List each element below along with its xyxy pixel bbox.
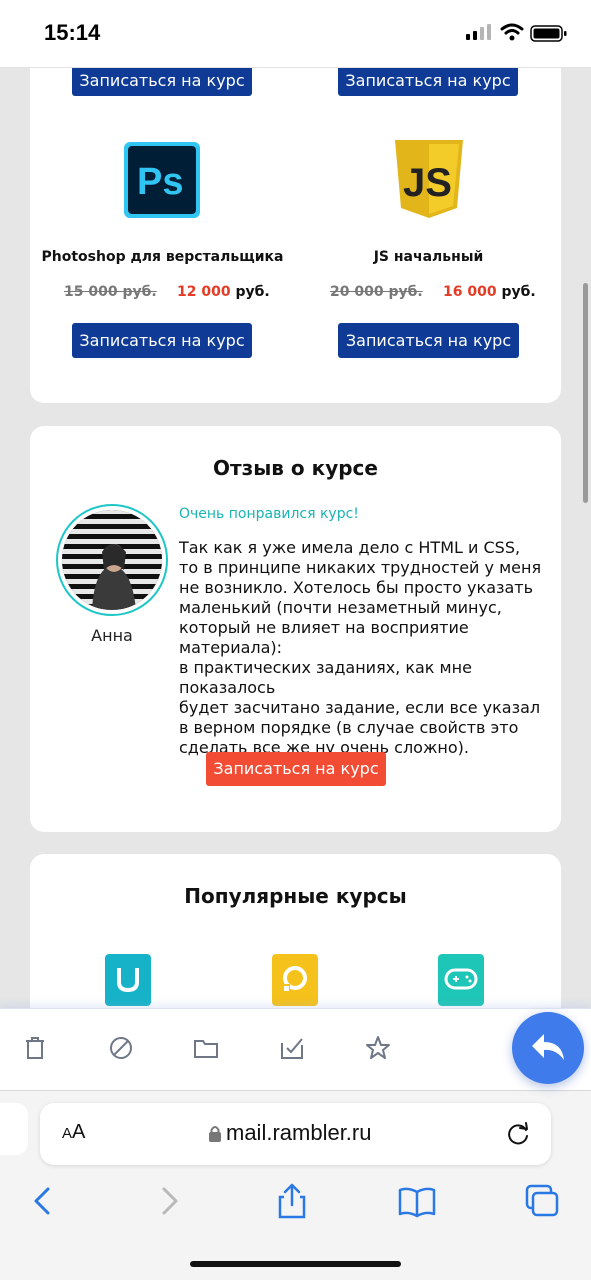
old-price-1: 15 000 руб. [64, 284, 157, 300]
url-text: mail.rambler.ru [226, 1120, 372, 1145]
popular-title: Популярные курсы [184, 884, 407, 908]
enroll-button-photoshop[interactable]: Записаться на курс [72, 323, 252, 358]
avatar [56, 504, 168, 616]
reply-button[interactable] [512, 1012, 584, 1084]
reload-icon[interactable] [506, 1121, 532, 1147]
review-line: в практических заданиях, как мне показал… [179, 658, 472, 697]
enroll-button-js[interactable]: Записаться на курс [338, 323, 519, 358]
ux-badge-icon[interactable] [105, 954, 151, 1006]
review-line: который не влияет на восприятие материал… [179, 618, 469, 657]
share-icon[interactable] [272, 1183, 312, 1219]
currency-2: руб. [501, 284, 536, 300]
status-time: 15:14 [44, 20, 101, 45]
trash-icon[interactable] [20, 1033, 50, 1063]
old-price-2: 20 000 руб. [330, 284, 423, 300]
status-bar: 15:14 [0, 0, 591, 68]
photoshop-logo-icon: Ps [124, 142, 200, 218]
mail-toolbar [0, 1008, 591, 1090]
battery-icon [530, 25, 567, 42]
avatar-photo [62, 510, 162, 610]
target-badge-icon[interactable] [272, 954, 318, 1006]
enroll-button-1[interactable]: Записаться на курс [72, 68, 252, 96]
star-icon[interactable] [363, 1033, 393, 1063]
page-scrollbar[interactable] [583, 283, 588, 503]
mark-read-icon[interactable] [277, 1033, 307, 1063]
review-line: маленький (почти незаметный минус, [179, 598, 502, 617]
review-text: Так как я уже имела дело с HTML и CSS, т… [179, 538, 549, 758]
review-line: не возникло. Хотелось бы просто указать [179, 578, 534, 597]
spam-icon[interactable] [106, 1033, 136, 1063]
new-price-2: 16 000 руб. [443, 284, 536, 300]
review-line: то в принципе никаких трудностей у меня [179, 558, 542, 577]
course-title-1: Photoshop для верстальщика [41, 249, 284, 265]
svg-text:Ps: Ps [137, 161, 183, 203]
home-indicator[interactable] [190, 1261, 401, 1267]
review-enroll-button[interactable]: Записаться на курс [206, 752, 386, 786]
course-title-2: JS начальный [373, 249, 484, 265]
review-author: Анна [91, 626, 133, 645]
review-title: Отзыв о курсе [213, 456, 378, 480]
review-line: будет засчитано задание, если все указал [179, 698, 541, 717]
browser-bottom-bar: AA mail.rambler.ru [0, 1090, 591, 1280]
forward-icon[interactable] [150, 1183, 190, 1219]
reply-icon [532, 1034, 564, 1060]
lock-icon [209, 1126, 221, 1142]
back-icon[interactable] [24, 1183, 64, 1219]
review-line: в верном порядке (в случае свойств это [179, 718, 519, 737]
enroll-button-2[interactable]: Записаться на курс [338, 68, 518, 96]
gamepad-badge-icon[interactable] [438, 954, 484, 1006]
popular-courses-card: Популярные курсы [30, 854, 561, 1008]
review-card: Отзыв о курсе Анна Очень понравился курс… [30, 426, 561, 832]
text-size-button[interactable]: AA [62, 1121, 85, 1144]
previous-tab-preview[interactable] [0, 1103, 28, 1155]
new-price-value-2: 16 000 [443, 284, 497, 300]
new-price-1: 12 000 руб. [177, 284, 270, 300]
address-bar[interactable]: AA mail.rambler.ru [40, 1103, 551, 1165]
new-price-value-1: 12 000 [177, 284, 231, 300]
currency-1: руб. [235, 284, 270, 300]
svg-text:JS: JS [403, 161, 452, 205]
signal-icon [466, 24, 491, 40]
bookmarks-icon[interactable] [397, 1183, 437, 1219]
wifi-icon [500, 23, 524, 41]
tabs-icon[interactable] [522, 1183, 562, 1219]
review-headline: Очень понравился курс! [179, 506, 359, 522]
folder-icon[interactable] [191, 1033, 221, 1063]
web-page[interactable]: Записаться на курс Записаться на курс Ps… [0, 68, 591, 1008]
js-logo-icon: JS [395, 140, 463, 218]
courses-card: Записаться на курс Записаться на курс Ps… [30, 68, 561, 403]
review-line: Так как я уже имела дело с HTML и CSS, [179, 538, 521, 557]
